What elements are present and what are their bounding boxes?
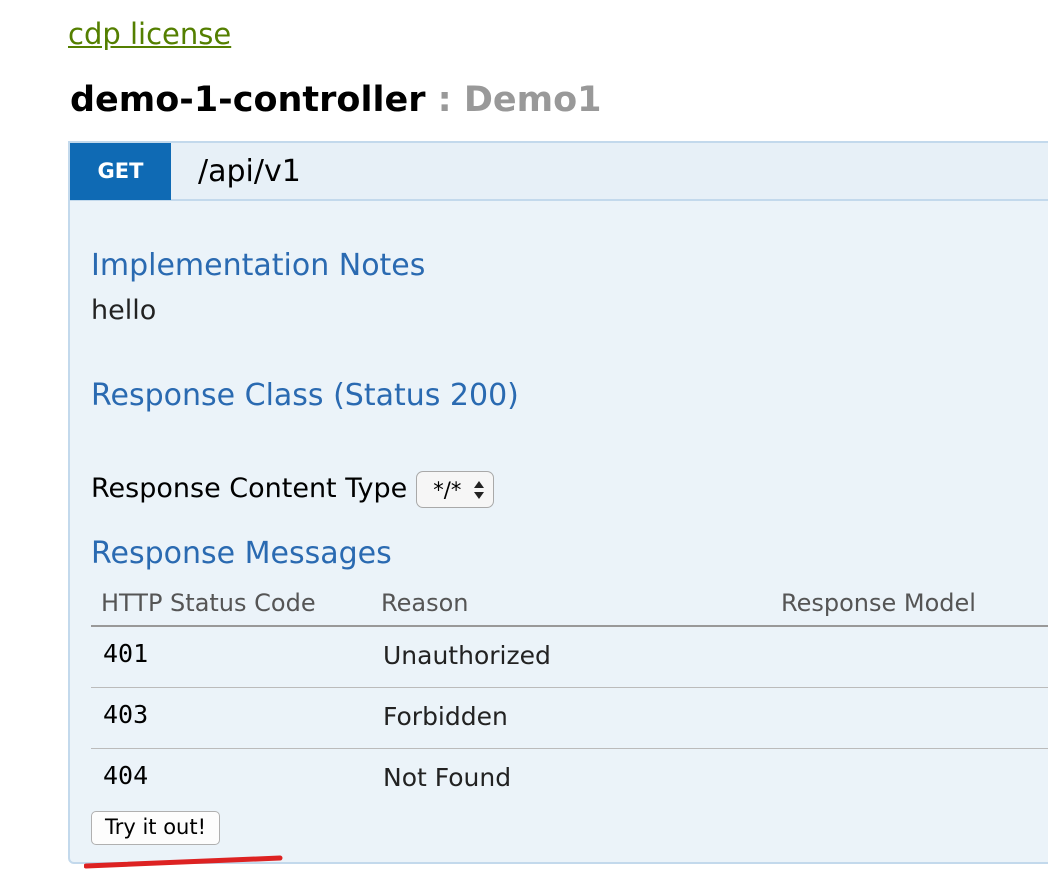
try-it-out-button[interactable]: Try it out! (91, 811, 220, 845)
response-messages-table: HTTP Status Code Reason Response Model 4… (91, 585, 1048, 810)
header-reason: Reason (381, 589, 469, 617)
header-response-model: Response Model (781, 589, 976, 617)
implementation-notes-title: Implementation Notes (91, 248, 426, 283)
status-code: 403 (103, 700, 149, 729)
controller-description: Demo1 (463, 80, 602, 120)
table-row: 404 Not Found (91, 749, 1048, 810)
select-arrows-icon (474, 480, 485, 499)
operation-panel: GET /api/v1 Implementation Notes hello R… (68, 141, 1048, 864)
table-row: 401 Unauthorized (91, 627, 1048, 688)
header-status-code: HTTP Status Code (101, 589, 316, 617)
red-underline-annotation (84, 855, 283, 869)
response-content-type-label: Response Content Type (91, 473, 408, 504)
table-header: HTTP Status Code Reason Response Model (91, 585, 1048, 627)
table-row: 403 Forbidden (91, 688, 1048, 749)
status-code: 404 (103, 761, 149, 790)
controller-separator: : (425, 80, 464, 120)
response-content-type-row: Response Content Type */* (91, 469, 495, 509)
response-class-title: Response Class (Status 200) (91, 378, 519, 413)
response-messages-title: Response Messages (91, 536, 392, 571)
response-content-type-select[interactable]: */* (416, 470, 495, 508)
status-reason: Unauthorized (383, 641, 551, 670)
http-method-badge[interactable]: GET (70, 143, 171, 200)
controller-name: demo-1-controller (70, 80, 426, 120)
status-reason: Not Found (383, 763, 512, 792)
operation-path[interactable]: /api/v1 (198, 152, 301, 192)
implementation-notes-text: hello (91, 295, 157, 326)
status-reason: Forbidden (383, 702, 508, 731)
operation-heading[interactable]: GET /api/v1 (70, 143, 1048, 201)
status-code: 401 (103, 639, 149, 668)
response-content-type-value: */* (433, 477, 462, 502)
license-link[interactable]: cdp license (68, 14, 231, 54)
controller-title[interactable]: demo-1-controller : Demo1 (70, 78, 602, 122)
